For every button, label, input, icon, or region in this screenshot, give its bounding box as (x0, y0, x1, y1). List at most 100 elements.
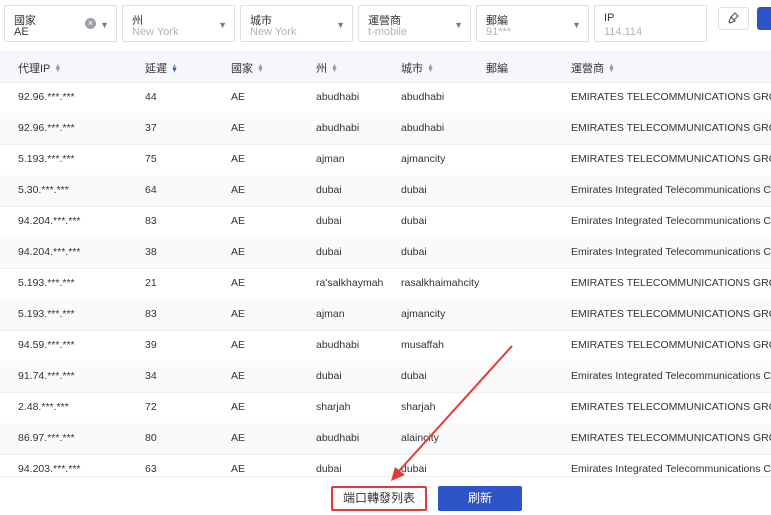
city-cell: sharjah (401, 401, 436, 413)
isp-cell: EMIRATES TELECOMMUNICATIONS GROUP (571, 277, 771, 289)
isp-cell: EMIRATES TELECOMMUNICATIONS GROUP (571, 339, 771, 351)
state-cell: abudhabi (316, 339, 360, 351)
table-row[interactable]: 2.48.***.*** 72 AE sharjah sharjah EMIRATES T… (0, 392, 771, 424)
country-cell: AE (231, 153, 246, 165)
chevron-down-icon: ▼ (572, 20, 581, 30)
table-row[interactable]: 94.204.***.*** 38 AE dubai dubai Emirates Int… (0, 237, 771, 269)
latency-cell: 83 (145, 308, 157, 320)
ip-cell: 94.59.***.*** (18, 339, 75, 351)
chevron-down-icon: ▼ (454, 20, 463, 30)
state-cell: dubai (316, 215, 342, 227)
column-header-country[interactable]: 國家 ▲ ▼ (231, 60, 264, 76)
city-cell: dubai (401, 184, 427, 196)
sort-icon[interactable]: ▲ ▼ (427, 63, 434, 74)
zip-select[interactable]: 郵編 91*** ▼ (476, 5, 589, 42)
chevron-down-icon: ▼ (218, 20, 227, 30)
state-select[interactable]: 州 New York ▼ (122, 5, 235, 42)
column-header-state[interactable]: 州 ▲ ▼ (316, 60, 338, 76)
column-header-zip: 郵編 (486, 63, 508, 75)
table-header: 代理IP ▲ ▼ 延遲 ▲ ▼ 國家 ▲ ▼ 州 ▲ ▼ 城市 ▲ ▼ 郵編 運營商 ▲ ▼ (0, 51, 771, 83)
country-cell: AE (231, 277, 246, 289)
country-cell: AE (231, 339, 246, 351)
state-cell: abudhabi (316, 432, 360, 444)
clear-filters-button[interactable] (718, 7, 749, 30)
sort-icon[interactable]: ▲ ▼ (54, 63, 61, 74)
isp-placeholder: t-mobile (368, 26, 408, 38)
city-cell: abudhabi (401, 91, 445, 103)
table-row[interactable]: 5.193.***.*** 75 AE ajman ajmancity EMIRATES … (0, 144, 771, 176)
isp-cell: EMIRATES TELECOMMUNICATIONS GROUP (571, 153, 771, 165)
table-row[interactable]: 92.96.***.*** 44 AE abudhabi abudhabi EMIRATE… (0, 82, 771, 114)
table-row[interactable]: 94.59.***.*** 39 AE abudhabi musaffah EMIRATE… (0, 330, 771, 362)
country-cell: AE (231, 370, 246, 382)
country-cell: AE (231, 91, 246, 103)
table-row[interactable]: 5.30.***.*** 64 AE dubai dubai Emirates Integ… (0, 175, 771, 207)
table-row[interactable]: 5.193.***.*** 21 AE ra'salkhaymah rasalkhaim… (0, 268, 771, 300)
state-cell: ra'salkhaymah (316, 277, 384, 289)
table-row[interactable]: 94.203.***.*** 63 AE dubai dubai Emirates Int… (0, 454, 771, 476)
country-cell: AE (231, 401, 246, 413)
table-row[interactable]: 86.97.***.*** 80 AE abudhabi alaincity EMIRAT… (0, 423, 771, 455)
table-row[interactable]: 92.96.***.*** 37 AE abudhabi abudhabi EMIRATE… (0, 113, 771, 145)
chevron-down-icon: ▼ (100, 20, 109, 30)
isp-select[interactable]: 運營商 t-mobile ▼ (358, 5, 471, 42)
state-cell: dubai (316, 370, 342, 382)
refresh-button[interactable]: 刷新 (438, 486, 522, 511)
table-row[interactable]: 94.204.***.*** 83 AE dubai dubai Emirates Int… (0, 206, 771, 238)
latency-cell: 39 (145, 339, 157, 351)
latency-cell: 64 (145, 184, 157, 196)
sort-icon[interactable]: ▲ ▼ (257, 63, 264, 74)
port-forward-list-button[interactable]: 端口轉發列表 (331, 486, 427, 511)
table-row[interactable]: 5.193.***.*** 83 AE ajman ajmancity EMIRATES … (0, 299, 771, 331)
isp-cell: Emirates Integrated Telecommunications C… (571, 246, 771, 258)
table-row[interactable]: 91.74.***.*** 34 AE dubai dubai Emirates Inte… (0, 361, 771, 393)
column-header-isp[interactable]: 運營商 ▲ ▼ (571, 60, 615, 76)
city-cell: ajmancity (401, 308, 446, 320)
latency-cell: 38 (145, 246, 157, 258)
column-header-city[interactable]: 城市 ▲ ▼ (401, 60, 434, 76)
city-select[interactable]: 城市 New York ▼ (240, 5, 353, 42)
ip-input[interactable]: IP 114.114 (594, 5, 707, 42)
country-cell: AE (231, 184, 246, 196)
isp-cell: EMIRATES TELECOMMUNICATIONS GROUP (571, 91, 771, 103)
state-placeholder: New York (132, 26, 179, 38)
latency-cell: 34 (145, 370, 157, 382)
state-cell: sharjah (316, 401, 351, 413)
latency-cell: 75 (145, 153, 157, 165)
ip-label: IP (604, 12, 615, 24)
sort-icon[interactable]: ▲ ▼ (608, 63, 615, 74)
filter-bar: 國家 AE × ▼ 州 New York ▼ 城市 New York ▼ 運營商… (0, 0, 771, 50)
state-cell: ajman (316, 308, 345, 320)
ip-cell: 92.96.***.*** (18, 122, 75, 134)
column-header-ip[interactable]: 代理IP ▲ ▼ (18, 60, 61, 76)
state-cell: dubai (316, 184, 342, 196)
column-header-latency[interactable]: 延遲 ▲ ▼ (145, 60, 178, 76)
ip-cell: 5.193.***.*** (18, 153, 75, 165)
ip-placeholder: 114.114 (604, 26, 643, 38)
city-cell: rasalkhaimahcity (401, 277, 480, 289)
footer-bar: 端口轉發列表 刷新 (0, 476, 771, 515)
latency-cell: 72 (145, 401, 157, 413)
ip-cell: 94.204.***.*** (18, 246, 81, 258)
ip-cell: 94.204.***.*** (18, 215, 81, 227)
zip-placeholder: 91*** (486, 26, 512, 38)
city-cell: dubai (401, 215, 427, 227)
table-body: 92.96.***.*** 44 AE abudhabi abudhabi EMIRATE… (0, 82, 771, 476)
country-select[interactable]: 國家 AE × ▼ (4, 5, 117, 42)
sort-icon[interactable]: ▲ ▼ (331, 63, 338, 74)
city-cell: dubai (401, 246, 427, 258)
city-cell: dubai (401, 463, 427, 475)
sort-icon[interactable]: ▲ ▼ (171, 63, 178, 74)
country-value: AE (14, 26, 29, 38)
search-button[interactable] (757, 7, 771, 30)
isp-cell: Emirates Integrated Telecommunications C… (571, 370, 771, 382)
state-cell: dubai (316, 246, 342, 258)
city-placeholder: New York (250, 26, 297, 38)
ip-cell: 5.30.***.*** (18, 184, 69, 196)
state-cell: ajman (316, 153, 345, 165)
latency-cell: 83 (145, 215, 157, 227)
clear-icon[interactable]: × (85, 18, 96, 29)
latency-cell: 21 (145, 277, 157, 289)
ip-cell: 5.193.***.*** (18, 308, 75, 320)
isp-cell: EMIRATES TELECOMMUNICATIONS GROUP (571, 308, 771, 320)
